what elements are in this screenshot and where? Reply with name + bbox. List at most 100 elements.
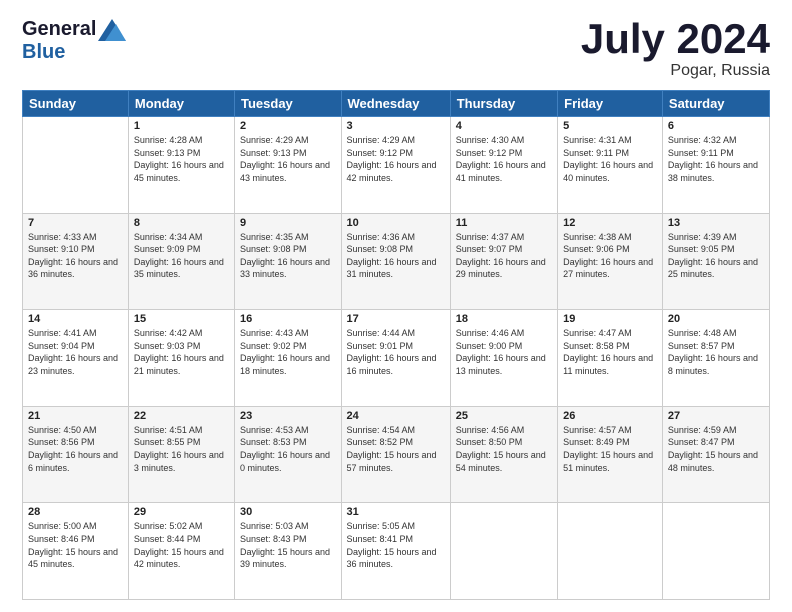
calendar-cell: 31 Sunrise: 5:05 AMSunset: 8:41 PMDayligh… [341,503,450,600]
day-info: Sunrise: 4:50 AMSunset: 8:56 PMDaylight:… [28,424,123,474]
day-number: 9 [240,217,336,229]
calendar-cell: 6 Sunrise: 4:32 AMSunset: 9:11 PMDaylight… [662,117,769,214]
location: Pogar, Russia [581,62,770,80]
calendar-cell: 14Sunrise: 4:41 AMSunset: 9:04 PMDayligh… [23,310,129,407]
day-info: Sunrise: 5:05 AMSunset: 8:41 PMDaylight:… [347,520,445,570]
day-number: 15 [134,313,229,325]
day-number: 14 [28,313,123,325]
calendar-cell: 27Sunrise: 4:59 AMSunset: 8:47 PMDayligh… [662,406,769,503]
calendar-cell [450,503,557,600]
day-number: 12 [563,217,657,229]
calendar-cell: 30 Sunrise: 5:03 AMSunset: 8:43 PMDayligh… [235,503,342,600]
calendar-header-row: Sunday Monday Tuesday Wednesday Thursday… [23,91,770,117]
day-number: 23 [240,410,336,422]
calendar-cell: 4 Sunrise: 4:30 AMSunset: 9:12 PMDaylight… [450,117,557,214]
col-thursday: Thursday [450,91,557,117]
day-number: 20 [668,313,764,325]
calendar-cell: 12 Sunrise: 4:38 AMSunset: 9:06 PMDayligh… [558,213,663,310]
day-info: Sunrise: 4:46 AMSunset: 9:00 PMDaylight:… [456,327,552,377]
day-number: 29 [134,506,229,518]
day-number: 10 [347,217,445,229]
day-info: Sunrise: 4:34 AMSunset: 9:09 PMDaylight:… [134,231,229,281]
day-info: Sunrise: 5:00 AMSunset: 8:46 PMDaylight:… [28,520,123,570]
calendar-cell: 3 Sunrise: 4:29 AMSunset: 9:12 PMDaylight… [341,117,450,214]
day-number: 4 [456,120,552,132]
day-number: 25 [456,410,552,422]
day-info: Sunrise: 4:35 AMSunset: 9:08 PMDaylight:… [240,231,336,281]
day-number: 24 [347,410,445,422]
calendar-week-1: 7 Sunrise: 4:33 AMSunset: 9:10 PMDaylight… [23,213,770,310]
day-number: 22 [134,410,229,422]
calendar-cell: 2 Sunrise: 4:29 AMSunset: 9:13 PMDaylight… [235,117,342,214]
calendar-week-4: 28 Sunrise: 5:00 AMSunset: 8:46 PMDayligh… [23,503,770,600]
day-number: 21 [28,410,123,422]
calendar-week-3: 21 Sunrise: 4:50 AMSunset: 8:56 PMDayligh… [23,406,770,503]
calendar-cell: 13 Sunrise: 4:39 AMSunset: 9:05 PMDayligh… [662,213,769,310]
calendar-cell: 29 Sunrise: 5:02 AMSunset: 8:44 PMDayligh… [128,503,234,600]
day-info: Sunrise: 4:59 AMSunset: 8:47 PMDaylight:… [668,424,764,474]
calendar-week-2: 14Sunrise: 4:41 AMSunset: 9:04 PMDayligh… [23,310,770,407]
day-info: Sunrise: 4:32 AMSunset: 9:11 PMDaylight:… [668,134,764,184]
day-number: 5 [563,120,657,132]
calendar-cell: 25Sunrise: 4:56 AMSunset: 8:50 PMDayligh… [450,406,557,503]
day-info: Sunrise: 4:29 AMSunset: 9:12 PMDaylight:… [347,134,445,184]
day-number: 13 [668,217,764,229]
day-number: 19 [563,313,657,325]
day-info: Sunrise: 4:33 AMSunset: 9:10 PMDaylight:… [28,231,123,281]
logo-blue-text: Blue [22,41,65,64]
day-info: Sunrise: 4:38 AMSunset: 9:06 PMDaylight:… [563,231,657,281]
day-number: 8 [134,217,229,229]
day-number: 1 [134,120,229,132]
top-section: General Blue July 2024 Pogar, Russia [22,18,770,80]
calendar-cell: 22Sunrise: 4:51 AMSunset: 8:55 PMDayligh… [128,406,234,503]
month-title: July 2024 [581,18,770,60]
page: General Blue July 2024 Pogar, Russia Sun… [0,0,792,612]
logo-icon [98,19,126,41]
calendar-cell: 26 Sunrise: 4:57 AMSunset: 8:49 PMDayligh… [558,406,663,503]
day-number: 28 [28,506,123,518]
title-area: July 2024 Pogar, Russia [581,18,770,80]
day-number: 17 [347,313,445,325]
day-number: 26 [563,410,657,422]
day-number: 16 [240,313,336,325]
logo: General [22,18,126,41]
col-tuesday: Tuesday [235,91,342,117]
calendar-week-0: 1 Sunrise: 4:28 AMSunset: 9:13 PMDaylight… [23,117,770,214]
calendar-cell: 24Sunrise: 4:54 AMSunset: 8:52 PMDayligh… [341,406,450,503]
day-info: Sunrise: 4:57 AMSunset: 8:49 PMDaylight:… [563,424,657,474]
logo-area: General Blue [22,18,126,64]
calendar-cell: 17Sunrise: 4:44 AMSunset: 9:01 PMDayligh… [341,310,450,407]
col-friday: Friday [558,91,663,117]
day-info: Sunrise: 4:28 AMSunset: 9:13 PMDaylight:… [134,134,229,184]
day-info: Sunrise: 4:39 AMSunset: 9:05 PMDaylight:… [668,231,764,281]
calendar-cell: 1 Sunrise: 4:28 AMSunset: 9:13 PMDaylight… [128,117,234,214]
day-info: Sunrise: 4:30 AMSunset: 9:12 PMDaylight:… [456,134,552,184]
day-number: 6 [668,120,764,132]
calendar: Sunday Monday Tuesday Wednesday Thursday… [22,90,770,600]
day-number: 2 [240,120,336,132]
calendar-cell: 21 Sunrise: 4:50 AMSunset: 8:56 PMDayligh… [23,406,129,503]
day-number: 3 [347,120,445,132]
day-info: Sunrise: 5:02 AMSunset: 8:44 PMDaylight:… [134,520,229,570]
day-info: Sunrise: 4:29 AMSunset: 9:13 PMDaylight:… [240,134,336,184]
day-info: Sunrise: 5:03 AMSunset: 8:43 PMDaylight:… [240,520,336,570]
calendar-cell: 23Sunrise: 4:53 AMSunset: 8:53 PMDayligh… [235,406,342,503]
day-info: Sunrise: 4:36 AMSunset: 9:08 PMDaylight:… [347,231,445,281]
calendar-cell [662,503,769,600]
day-number: 7 [28,217,123,229]
calendar-cell: 5Sunrise: 4:31 AMSunset: 9:11 PMDaylight… [558,117,663,214]
day-info: Sunrise: 4:48 AMSunset: 8:57 PMDaylight:… [668,327,764,377]
col-sunday: Sunday [23,91,129,117]
day-info: Sunrise: 4:43 AMSunset: 9:02 PMDaylight:… [240,327,336,377]
calendar-cell: 16 Sunrise: 4:43 AMSunset: 9:02 PMDayligh… [235,310,342,407]
logo-general-text: General [22,18,96,41]
col-wednesday: Wednesday [341,91,450,117]
day-info: Sunrise: 4:47 AMSunset: 8:58 PMDaylight:… [563,327,657,377]
calendar-cell: 9 Sunrise: 4:35 AMSunset: 9:08 PMDaylight… [235,213,342,310]
calendar-cell: 8 Sunrise: 4:34 AMSunset: 9:09 PMDaylight… [128,213,234,310]
day-number: 30 [240,506,336,518]
day-number: 31 [347,506,445,518]
calendar-cell: 15Sunrise: 4:42 AMSunset: 9:03 PMDayligh… [128,310,234,407]
calendar-cell [23,117,129,214]
calendar-cell: 18Sunrise: 4:46 AMSunset: 9:00 PMDayligh… [450,310,557,407]
